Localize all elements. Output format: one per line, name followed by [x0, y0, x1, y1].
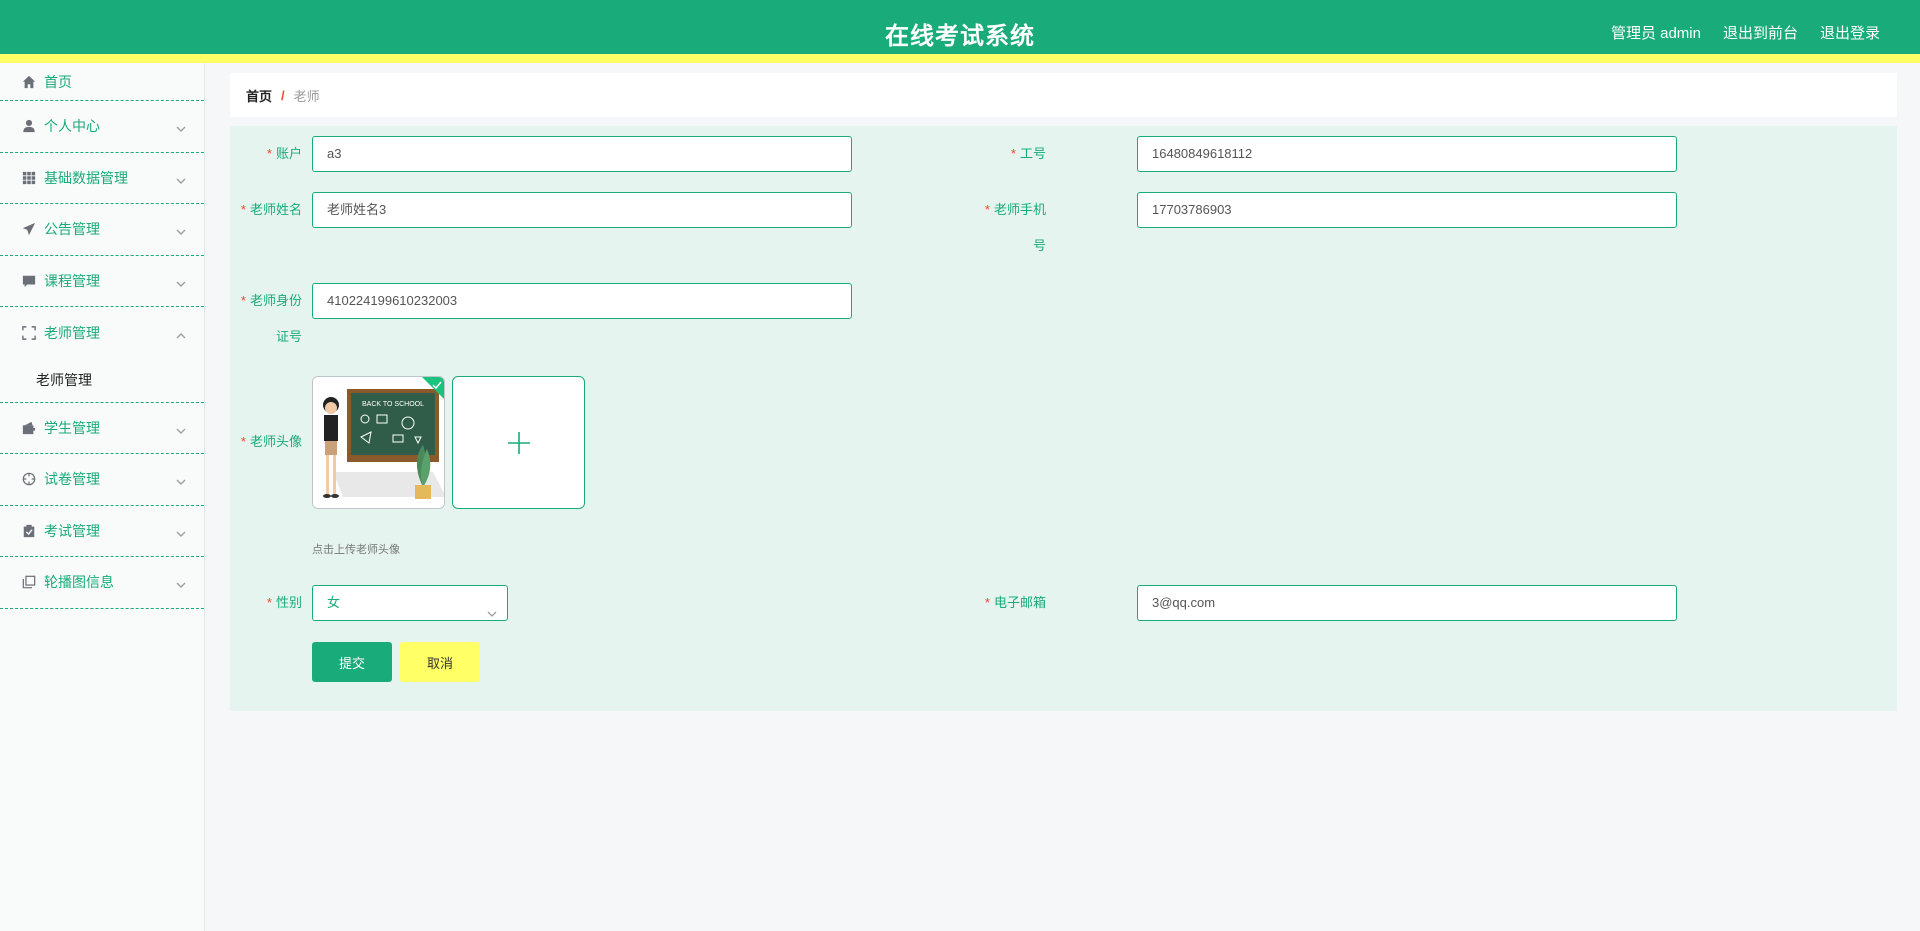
admin-user-label: 管理员 admin [1610, 25, 1701, 42]
breadcrumb-current: 老师 [293, 88, 320, 104]
submenu-teacher-management[interactable]: 老师管理 [0, 358, 204, 403]
name-field[interactable]: 老师姓名3 [312, 192, 852, 228]
chevron-down-icon [176, 224, 186, 236]
chevron-down-icon [176, 276, 186, 287]
name-label: * 老师姓名 [240, 202, 302, 217]
top-header: 在线考试系统 管理员 admin 退出到前台 退出登录 [0, 0, 1920, 63]
sidebar-item-label: 学生管理 [44, 419, 100, 436]
email-label: * 电子邮箱 [984, 595, 1046, 610]
email-field[interactable]: 3@qq.com [1137, 585, 1677, 621]
sidebar-item-label: 课程管理 [44, 272, 100, 289]
account-label: * 账户 [266, 146, 302, 161]
teacher-illustration: BACK TO SCHOOL [313, 377, 444, 508]
sidebar-item-label: 轮播图信息 [44, 574, 114, 591]
home-icon [22, 75, 36, 89]
header-actions: 管理员 admin 退出到前台 退出登录 [1611, 22, 1880, 43]
chevron-down-icon [176, 577, 186, 589]
job-no-field[interactable]: 16480849618112 [1137, 136, 1677, 172]
sidebar-item-label: 老师管理 [44, 324, 100, 341]
submit-button[interactable]: 提交 [312, 642, 392, 682]
user-icon [22, 119, 36, 133]
sidebar: 首页 个人中心 基础数据管理 公告管理 课程管理 老师管理 老师管理 学生管理 … [0, 63, 205, 931]
chevron-down-icon [176, 423, 186, 434]
wallet-icon [22, 421, 36, 435]
sidebar-item-label: 公告管理 [44, 221, 100, 238]
id-card-label: * 老师身份 [240, 293, 302, 308]
breadcrumb: 首页 / 老师 [230, 73, 1897, 117]
chevron-down-icon [176, 474, 186, 486]
gender-selected-value: 女 [327, 595, 341, 610]
chevron-down-icon [487, 598, 497, 617]
fullscreen-icon [22, 325, 36, 340]
sidebar-item-label: 考试管理 [44, 522, 100, 539]
avatar-thumbnail[interactable]: BACK TO SCHOOL [312, 376, 445, 509]
sidebar-item-courses[interactable]: 课程管理 [0, 256, 204, 307]
compass-icon [22, 472, 36, 486]
svg-text:BACK TO SCHOOL: BACK TO SCHOOL [362, 401, 424, 408]
id-card-label-cont: 证号 [275, 329, 302, 344]
copy-icon [22, 575, 36, 589]
sidebar-item-carousel[interactable]: 轮播图信息 [0, 557, 204, 609]
avatar-label: * 老师头像 [240, 434, 302, 449]
breadcrumb-home[interactable]: 首页 [246, 86, 272, 105]
sidebar-item-label: 试卷管理 [44, 471, 100, 488]
chevron-up-icon [176, 328, 186, 339]
phone-field[interactable]: 17703786903 [1137, 192, 1677, 228]
avatar-upload-hint: 点击上传老师头像 [312, 544, 400, 556]
gender-select[interactable]: 女 [312, 585, 508, 621]
sidebar-item-announcements[interactable]: 公告管理 [0, 204, 204, 256]
submenu-label: 老师管理 [36, 372, 92, 388]
grid-icon [22, 171, 36, 185]
phone-label-cont: 号 [1032, 238, 1046, 253]
chevron-down-icon [176, 173, 186, 184]
sidebar-item-basic-data[interactable]: 基础数据管理 [0, 153, 204, 204]
sidebar-item-exams[interactable]: 考试管理 [0, 506, 204, 557]
chevron-down-icon [176, 121, 186, 133]
front-page-link[interactable]: 退出到前台 [1723, 22, 1798, 43]
account-field[interactable]: a3 [312, 136, 852, 172]
sidebar-item-label: 首页 [44, 73, 72, 90]
chat-icon [22, 274, 36, 288]
breadcrumb-separator: / [281, 87, 285, 103]
sidebar-item-label: 个人中心 [44, 118, 100, 135]
logout-link[interactable]: 退出登录 [1820, 22, 1880, 43]
id-card-field[interactable]: 410224199610232003 [312, 283, 852, 319]
job-no-label: * 工号 [1010, 146, 1046, 161]
clipboard-icon [22, 524, 36, 538]
sidebar-item-personal-center[interactable]: 个人中心 [0, 101, 204, 153]
gender-label: * 性别 [266, 595, 302, 610]
sidebar-item-teachers[interactable]: 老师管理 [0, 307, 204, 359]
chevron-down-icon [176, 526, 186, 537]
teacher-form: * 账户 a3 * 工号 16480849618112 * 老师姓名 老师姓名3 * 老… [230, 126, 1897, 711]
sidebar-item-papers[interactable]: 试卷管理 [0, 454, 204, 506]
plus-icon [507, 431, 530, 454]
sidebar-item-students[interactable]: 学生管理 [0, 403, 204, 454]
avatar-upload-button[interactable] [452, 376, 585, 509]
phone-label: * 老师手机 [984, 202, 1046, 217]
sidebar-item-label: 基础数据管理 [44, 169, 128, 186]
cancel-button[interactable]: 取消 [400, 642, 480, 682]
sidebar-item-home[interactable]: 首页 [0, 63, 204, 101]
send-icon [22, 222, 36, 236]
